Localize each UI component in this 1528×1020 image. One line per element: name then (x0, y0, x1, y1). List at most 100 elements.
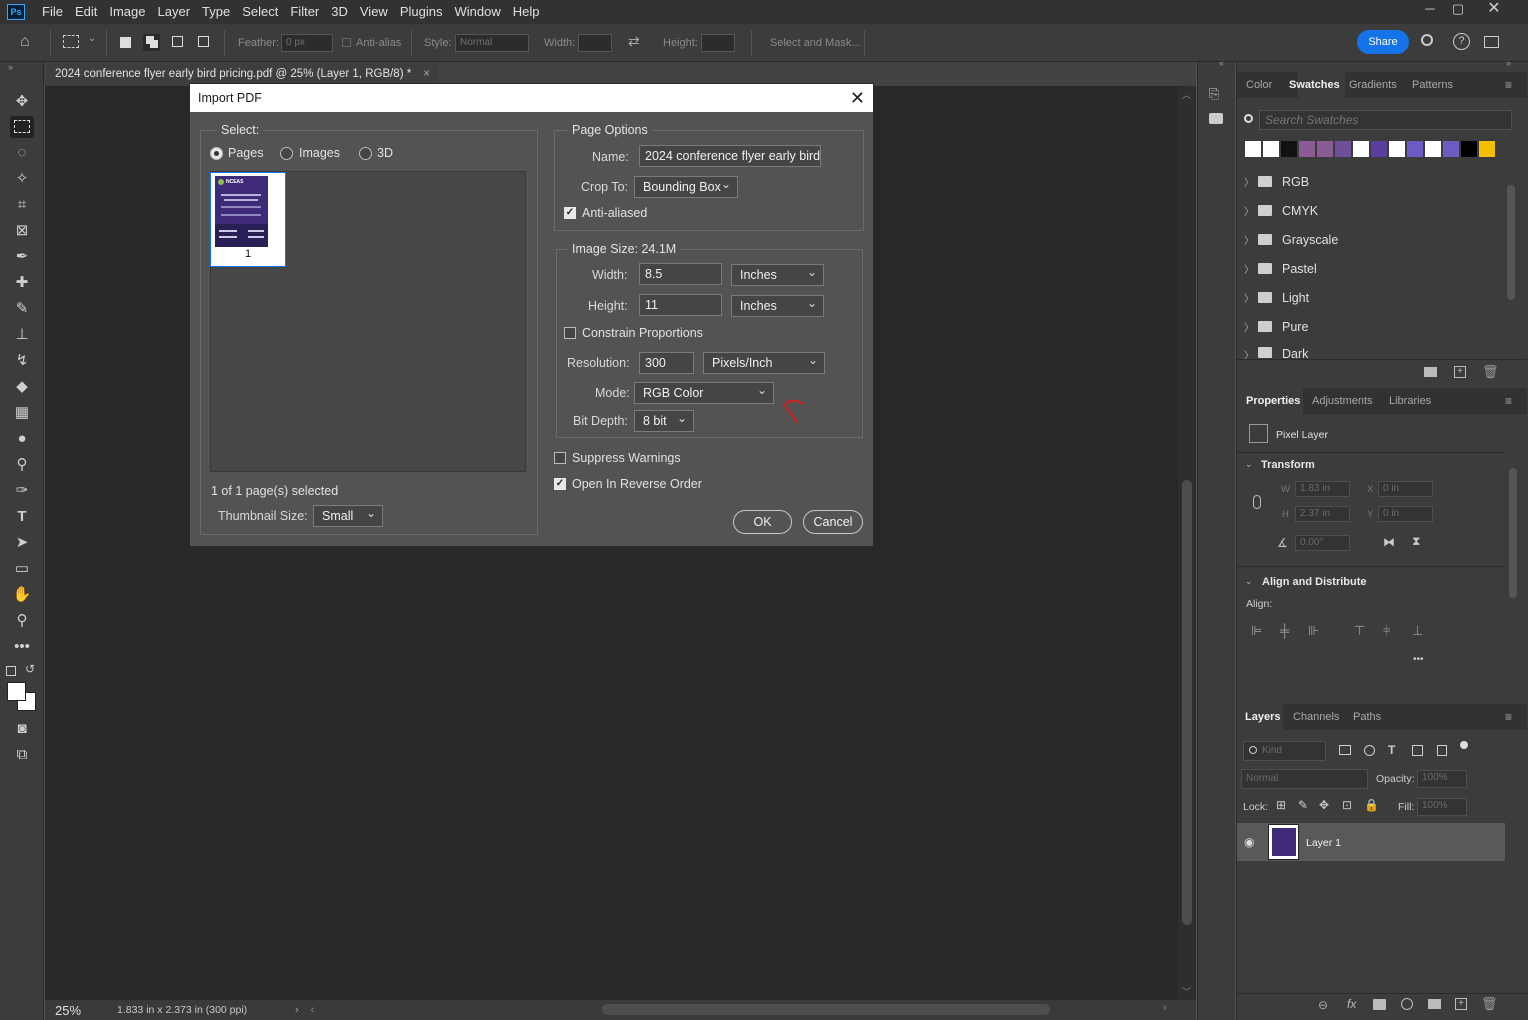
height-input[interactable] (701, 34, 735, 52)
new-group-icon[interactable] (1428, 999, 1441, 1009)
height-unit-select[interactable]: Inches (731, 293, 824, 317)
lock-all-icon[interactable]: 🔒 (1364, 798, 1379, 812)
height-input[interactable]: 11 (639, 294, 722, 316)
tab-adjustments[interactable]: Adjustments (1312, 395, 1373, 407)
anti-aliased-label[interactable]: Anti-aliased (582, 206, 647, 220)
window-close-icon[interactable]: ✕ (1476, 0, 1512, 22)
new-layer-icon[interactable]: + (1455, 998, 1467, 1010)
subtract-selection-icon[interactable] (172, 36, 183, 47)
comments-panel-icon[interactable] (1209, 113, 1223, 124)
collapse-icon[interactable]: » (8, 62, 13, 72)
anti-aliased-checkbox[interactable]: ✓ (564, 207, 576, 219)
gradient-tool-icon[interactable]: ▦ (10, 402, 34, 424)
menu-layer[interactable]: Layer (152, 0, 197, 24)
pages-radio[interactable] (210, 147, 223, 160)
3d-radio-label[interactable]: 3D (377, 146, 393, 160)
swatch-folder-rgb[interactable]: 〉 RGB (1244, 167, 1502, 196)
menu-edit[interactable]: Edit (69, 0, 103, 24)
swatch[interactable] (1389, 141, 1405, 157)
blend-mode-select[interactable]: Normal (1241, 769, 1368, 789)
history-panel-icon[interactable]: ⎘ (1209, 86, 1219, 102)
crop-to-select[interactable]: Bounding Box (634, 174, 738, 198)
open-reverse-order-label[interactable]: Open In Reverse Order (572, 477, 702, 491)
lock-position-icon[interactable]: ✥ (1319, 798, 1329, 812)
tab-libraries[interactable]: Libraries (1389, 395, 1431, 407)
swatch[interactable] (1335, 141, 1351, 157)
more-options-icon[interactable]: ••• (1413, 654, 1424, 665)
more-tools-icon[interactable]: ••• (10, 636, 34, 658)
panel-menu-icon[interactable]: ≡ (1505, 710, 1512, 724)
home-icon[interactable]: ⌂ (20, 33, 30, 51)
swatch[interactable] (1407, 141, 1423, 157)
type-tool-icon[interactable]: T (10, 506, 34, 528)
transform-w-input[interactable]: 1.83 in (1295, 481, 1350, 497)
swatches-scroll-thumb[interactable] (1507, 185, 1515, 300)
page-thumbnail[interactable]: NCEAS 1 (210, 172, 286, 267)
search-swatches-input[interactable] (1259, 110, 1512, 130)
move-tool-icon[interactable]: ✥ (10, 91, 34, 113)
blur-tool-icon[interactable]: ● (10, 428, 34, 450)
width-unit-select[interactable]: Inches (731, 262, 824, 286)
swatch[interactable] (1479, 141, 1495, 157)
align-right-icon[interactable]: ⊪ (1308, 623, 1319, 639)
trash-icon[interactable]: 🗑 (1481, 996, 1498, 1012)
vertical-scroll-thumb[interactable] (1182, 480, 1192, 925)
scroll-down-icon[interactable]: ﹀ (1182, 985, 1191, 998)
tab-gradients[interactable]: Gradients (1349, 79, 1397, 91)
brush-tool-icon[interactable]: ✎ (10, 298, 34, 320)
menu-filter[interactable]: Filter (284, 0, 325, 24)
tab-layers[interactable]: Layers (1245, 711, 1280, 723)
filter-adjustment-icon[interactable] (1364, 745, 1375, 756)
lock-brush-icon[interactable]: ✎ (1298, 798, 1308, 812)
thumbnail-size-select[interactable]: Small (313, 503, 383, 527)
frame-tool-icon[interactable]: ⊠ (10, 220, 34, 242)
align-left-icon[interactable]: ⊫ (1251, 623, 1262, 639)
eraser-tool-icon[interactable]: ◆ (10, 376, 34, 398)
swatch[interactable] (1425, 141, 1441, 157)
resolution-input[interactable]: 300 (639, 352, 694, 374)
close-tab-icon[interactable]: × (423, 63, 430, 85)
chevron-down-icon[interactable]: ⌄ (88, 33, 96, 44)
cancel-button[interactable]: Cancel (803, 510, 863, 534)
rectangle-tool-icon[interactable]: ▭ (10, 558, 34, 580)
tab-color[interactable]: Color (1246, 79, 1272, 91)
transform-x-input[interactable]: 0 in (1378, 481, 1433, 497)
zoom-tool-icon[interactable]: ⚲ (10, 610, 34, 632)
workspace-icon[interactable] (1484, 36, 1499, 48)
stamp-tool-icon[interactable]: ⊥ (10, 324, 34, 346)
visibility-eye-icon[interactable]: ◉ (1244, 835, 1254, 849)
new-swatch-icon[interactable]: + (1454, 366, 1466, 378)
lock-artboard-icon[interactable]: ⊡ (1342, 798, 1352, 812)
adjustment-layer-icon[interactable] (1401, 998, 1413, 1010)
menu-view[interactable]: View (354, 0, 394, 24)
align-top-icon[interactable]: ⊤ (1354, 623, 1365, 639)
tab-patterns[interactable]: Patterns (1412, 79, 1453, 91)
swatch[interactable] (1263, 141, 1279, 157)
width-input[interactable]: 8.5 (639, 263, 722, 285)
scroll-left-icon[interactable]: ‹ (311, 1004, 315, 1016)
align-center-icon[interactable]: ╪ (1280, 623, 1289, 638)
hand-tool-icon[interactable]: ✋ (10, 584, 34, 606)
lasso-tool-icon[interactable]: ◌ (10, 142, 34, 164)
select-and-mask-button[interactable]: Select and Mask... (770, 37, 861, 49)
menu-window[interactable]: Window (448, 0, 506, 24)
zoom-level[interactable]: 25% (45, 1003, 95, 1018)
swatch[interactable] (1443, 141, 1459, 157)
swatch-folder-dark[interactable]: 〉 Dark (1244, 341, 1502, 359)
menu-select[interactable]: Select (236, 0, 284, 24)
swatch[interactable] (1299, 141, 1315, 157)
menu-type[interactable]: Type (196, 0, 236, 24)
lock-transparency-icon[interactable]: ⊞ (1276, 798, 1286, 812)
swatch[interactable] (1281, 141, 1297, 157)
images-radio[interactable] (280, 147, 293, 160)
style-select[interactable]: Normal (455, 34, 529, 52)
layer-name[interactable]: Layer 1 (1306, 837, 1341, 849)
new-group-icon[interactable] (1424, 367, 1437, 377)
link-icon[interactable] (1253, 495, 1261, 509)
swatch[interactable] (1371, 141, 1387, 157)
swatch-folder-cmyk[interactable]: 〉 CMYK (1244, 196, 1502, 225)
chevron-down-icon[interactable]: ⌄ (1245, 576, 1253, 587)
align-middle-icon[interactable]: ⫩ (1383, 623, 1390, 639)
constrain-proportions-label[interactable]: Constrain Proportions (582, 326, 703, 340)
images-radio-label[interactable]: Images (299, 146, 340, 160)
